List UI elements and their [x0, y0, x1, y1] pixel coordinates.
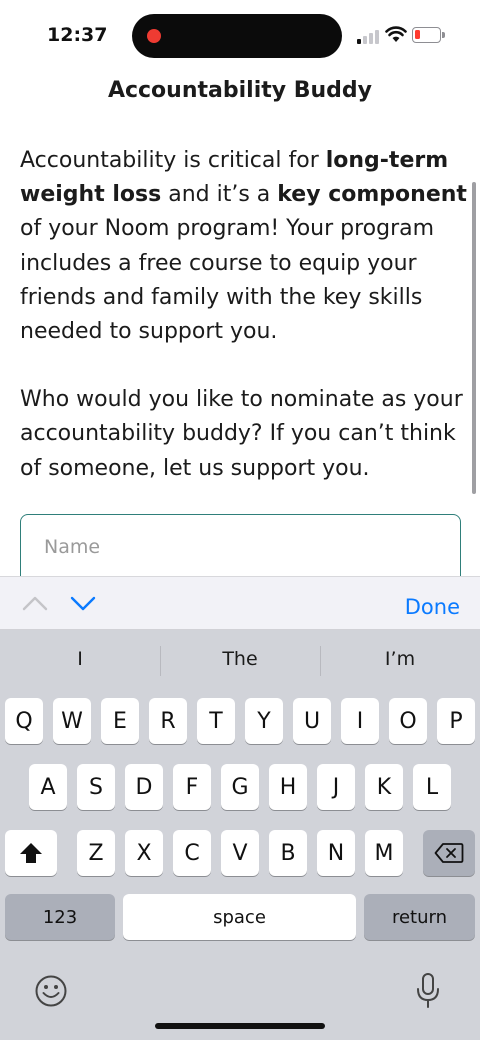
key-g[interactable]: G — [221, 764, 259, 810]
key-s[interactable]: S — [77, 764, 115, 810]
key-a[interactable]: A — [29, 764, 67, 810]
battery-icon — [412, 27, 445, 43]
key-e[interactable]: E — [101, 698, 139, 744]
key-p[interactable]: P — [437, 698, 475, 744]
shift-key[interactable] — [5, 830, 57, 876]
key-k[interactable]: K — [365, 764, 403, 810]
chevron-down-icon[interactable] — [70, 594, 96, 612]
key-u[interactable]: U — [293, 698, 331, 744]
key-v[interactable]: V — [221, 830, 259, 876]
numbers-key[interactable]: 123 — [5, 894, 115, 940]
key-f[interactable]: F — [173, 764, 211, 810]
done-button[interactable]: Done — [405, 595, 460, 619]
emoji-icon[interactable] — [34, 974, 68, 1008]
text-segment: of your Noom program! Your program inclu… — [20, 216, 435, 345]
key-x[interactable]: X — [125, 830, 163, 876]
keyboard: I The I’m Q W E R T Y U I O P A S D F G … — [0, 630, 480, 1040]
home-indicator[interactable] — [155, 1023, 325, 1029]
status-time: 12:37 — [47, 24, 108, 46]
return-key[interactable]: return — [364, 894, 475, 940]
key-i[interactable]: I — [341, 698, 379, 744]
key-h[interactable]: H — [269, 764, 307, 810]
text-segment: Accountability is critical for — [20, 148, 326, 173]
microphone-icon[interactable] — [414, 972, 442, 1010]
cellular-signal-icon — [357, 28, 379, 44]
scrollbar[interactable] — [472, 182, 476, 494]
status-bar: 12:37 — [0, 0, 480, 70]
recording-indicator-icon — [147, 29, 161, 43]
bold-text: key component — [277, 182, 467, 208]
backspace-icon — [434, 843, 464, 863]
space-key[interactable]: space — [123, 894, 356, 940]
page-title: Accountability Buddy — [107, 78, 373, 103]
chevron-up-icon[interactable] — [22, 594, 48, 612]
key-l[interactable]: L — [413, 764, 451, 810]
key-m[interactable]: M — [365, 830, 403, 876]
wifi-icon — [385, 26, 407, 42]
description-paragraph-2: Who would you like to nominate as your a… — [20, 387, 463, 481]
keyboard-accessory-bar: Done — [0, 576, 480, 630]
suggestion-1[interactable]: I — [0, 648, 160, 670]
key-t[interactable]: T — [197, 698, 235, 744]
key-b[interactable]: B — [269, 830, 307, 876]
key-n[interactable]: N — [317, 830, 355, 876]
key-j[interactable]: J — [317, 764, 355, 810]
suggestion-3[interactable]: I’m — [320, 648, 480, 670]
key-z[interactable]: Z — [77, 830, 115, 876]
dynamic-island — [132, 14, 342, 58]
description: Accountability is critical for long-term… — [20, 144, 470, 486]
key-q[interactable]: Q — [5, 698, 43, 744]
delete-key[interactable] — [423, 830, 475, 876]
key-c[interactable]: C — [173, 830, 211, 876]
key-o[interactable]: O — [389, 698, 427, 744]
shift-icon — [20, 843, 42, 863]
key-w[interactable]: W — [53, 698, 91, 744]
key-y[interactable]: Y — [245, 698, 283, 744]
suggestion-2[interactable]: The — [160, 648, 320, 670]
key-r[interactable]: R — [149, 698, 187, 744]
description-paragraph-1: Accountability is critical for long-term… — [20, 144, 470, 349]
key-d[interactable]: D — [125, 764, 163, 810]
text-segment: and it’s a — [161, 182, 278, 208]
